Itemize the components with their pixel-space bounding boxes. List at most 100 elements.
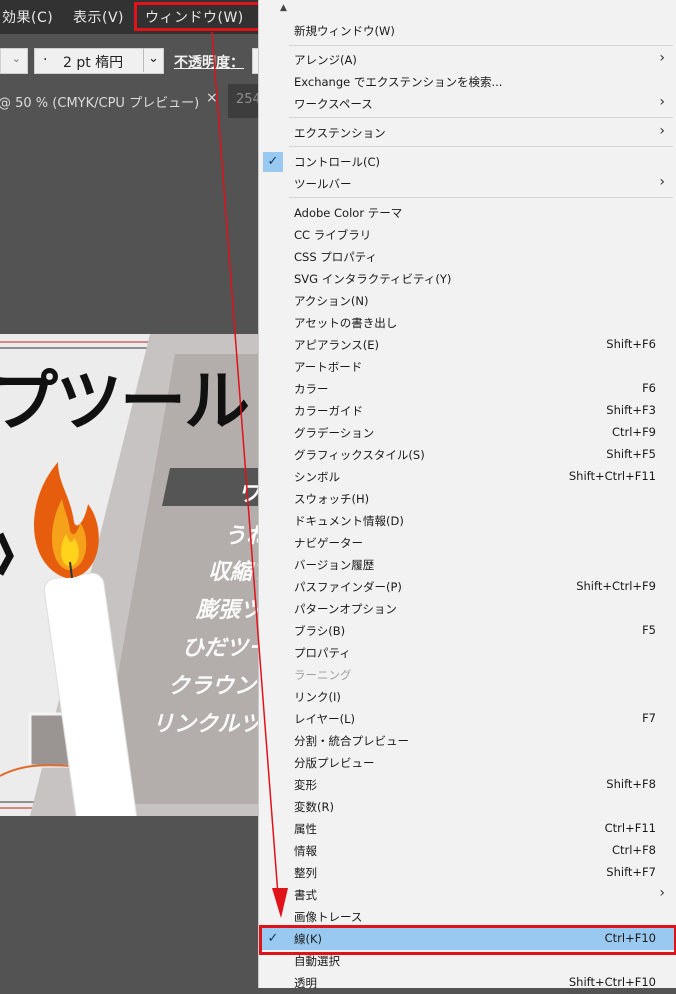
menu-item[interactable]: アートボード [259,356,676,378]
menu-item[interactable]: アセットの書き出し [259,312,676,334]
menu-item-shortcut: Ctrl+F11 [604,821,656,835]
menu-item-label: レイヤー(L) [294,712,356,726]
menu-item[interactable]: グラデーション Ctrl+F9 [259,422,676,444]
menu-item[interactable]: 分割・統合プレビュー [259,730,676,752]
menu-item[interactable]: 変形 Shift+F8 [259,774,676,796]
menu-item[interactable]: CC ライブラリ [259,224,676,246]
menu-item-shortcut: Shift+Ctrl+F10 [568,975,656,989]
menu-item[interactable]: 属性 Ctrl+F11 [259,818,676,840]
menu-item[interactable]: リンク(I) [259,686,676,708]
menu-item-label: 属性 [294,822,317,836]
menu-item-label: 情報 [294,844,317,858]
menu-item-label: ツールバー [294,177,352,191]
menu-item-shortcut: Shift+F6 [606,337,656,351]
menu-item[interactable]: スウォッチ(H) [259,488,676,510]
stroke-profile-label: 2 pt 楕円 [63,55,124,71]
menu-item[interactable]: ナビゲーター [259,532,676,554]
menu-item-shortcut: Shift+Ctrl+F11 [568,469,656,483]
menu-item-label: ドキュメント情報(D) [294,514,404,528]
menu-item[interactable]: ドキュメント情報(D) [259,510,676,532]
menu-effect[interactable]: 効果(C) [2,7,53,27]
menu-item[interactable]: バージョン履歴 [259,554,676,576]
menu-item-label: 新規ウィンドウ(W) [294,24,395,38]
menu-item-label: アクション(N) [294,294,369,308]
candle-illustration [0,462,143,816]
menu-item-label: カラーガイド [294,404,363,418]
scroll-up-icon[interactable]: ▲ [280,3,287,13]
menu-item[interactable]: 情報 Ctrl+F8 [259,840,676,862]
menu-item[interactable]: 透明 Shift+Ctrl+F10 [259,972,676,994]
control-bar: ⌄ · 2 pt 楕円 ⌄ 不透明度： [0,44,260,78]
menu-item[interactable]: CSS プロパティ [259,246,676,268]
menu-item-label: 透明 [294,976,317,990]
menu-item-label: Adobe Color テーマ [294,206,403,220]
menu-item[interactable]: シンボル Shift+Ctrl+F11 [259,466,676,488]
menu-item[interactable]: アクション(N) [259,290,676,312]
menu-item-label: Exchange でエクステンションを検索... [294,75,503,89]
tab-label: @ 50 % (CMYK/CPU プレビュー) [0,96,200,111]
menu-item-shortcut: F7 [642,711,656,725]
menu-item-label: CSS プロパティ [294,250,378,264]
menu-item[interactable]: Exchange でエクステンションを検索... [259,71,676,93]
menu-item[interactable]: ワークスペース › [259,93,676,115]
menu-item[interactable]: SVG インタラクティビティ(Y) [259,268,676,290]
window-menu-dropdown: ▲ 新規ウィンドウ(W) アレンジ(A) › Exchange でエクステンション… [258,0,676,990]
menu-divider [289,45,673,46]
menu-item-shortcut: Ctrl+F8 [611,843,656,857]
stroke-weight-dropdown[interactable]: ⌄ [0,48,28,74]
menu-item-shortcut: Ctrl+F9 [611,425,656,439]
menu-divider [289,197,673,198]
menu-item[interactable]: カラー F6 [259,378,676,400]
menu-bar: 効果(C) 表示(V) ウィンドウ(W) [0,0,262,34]
variable-width-profile-dropdown[interactable]: · 2 pt 楕円 ⌄ [34,48,164,74]
menu-item-label: パスファインダー(P) [294,580,402,594]
close-icon[interactable]: × [206,90,218,106]
menu-item[interactable]: グラフィックスタイル(S) Shift+F5 [259,444,676,466]
menu-item-label: 分版プレビュー [294,756,375,770]
menu-item[interactable]: 整列 Shift+F7 [259,862,676,884]
document-tab-bar: @ 50 % (CMYK/CPU プレビュー) × 254 [0,84,261,118]
menu-item-label: 書式 [294,888,317,902]
opacity-label[interactable]: 不透明度： [174,52,244,72]
menu-item[interactable]: 変数(R) [259,796,676,818]
document-tab-active[interactable]: @ 50 % (CMYK/CPU プレビュー) × [0,84,228,118]
menu-item[interactable]: アレンジ(A) › [259,49,676,71]
menu-item[interactable]: エクステンション › [259,122,676,144]
stroke-dot: · [43,52,48,68]
menu-item[interactable]: パターンオプション [259,598,676,620]
menu-divider [289,117,673,118]
menu-item[interactable]: ✓ コントロール(C) [259,151,676,173]
menu-item-shortcut: Shift+F8 [606,777,656,791]
menu-item[interactable]: プロパティ [259,642,676,664]
menu-item[interactable]: 書式 › [259,884,676,906]
menu-item-shortcut: Shift+F7 [606,865,656,879]
menu-view[interactable]: 表示(V) [73,7,124,27]
menu-item-label: ワークスペース [294,97,373,111]
artboard-canvas: プツール ワ うね 収縮ツ 膨張ツー ひだツー クラウンツ リンクルツー [0,334,262,816]
menu-item-label: アピアランス(E) [294,338,380,352]
menu-item-label: 画像トレース [294,910,363,924]
menu-item[interactable]: ブラシ(B) F5 [259,620,676,642]
menu-item[interactable]: パスファインダー(P) Shift+Ctrl+F9 [259,576,676,598]
menu-item-label: ブラシ(B) [294,624,346,638]
menu-item[interactable]: 新規ウィンドウ(W) [259,20,676,42]
menu-item-label: 分割・統合プレビュー [294,734,409,748]
checkmark-icon: ✓ [263,152,283,172]
menu-item[interactable]: レイヤー(L) F7 [259,708,676,730]
menu-item-label: アセットの書き出し [294,316,398,330]
menu-item-label: 自動選択 [294,954,340,968]
chevron-down-icon: ⌄ [11,52,21,65]
menu-item[interactable]: 分版プレビュー [259,752,676,774]
menu-item[interactable]: アピアランス(E) Shift+F6 [259,334,676,356]
menu-item-label: スウォッチ(H) [294,492,370,506]
chevron-right-icon: › [659,885,665,901]
menu-item[interactable]: カラーガイド Shift+F3 [259,400,676,422]
menu-item-label: バージョン履歴 [294,558,375,572]
menu-item-shortcut: Shift+F5 [606,447,656,461]
menu-item-disabled: ラーニング [259,664,676,686]
menu-item-label: コントロール(C) [294,155,381,169]
menu-item[interactable]: Adobe Color テーマ [259,202,676,224]
chevron-right-icon: › [659,94,665,110]
menu-item[interactable]: ツールバー › [259,173,676,195]
chevron-down-icon: ⌄ [143,48,163,72]
